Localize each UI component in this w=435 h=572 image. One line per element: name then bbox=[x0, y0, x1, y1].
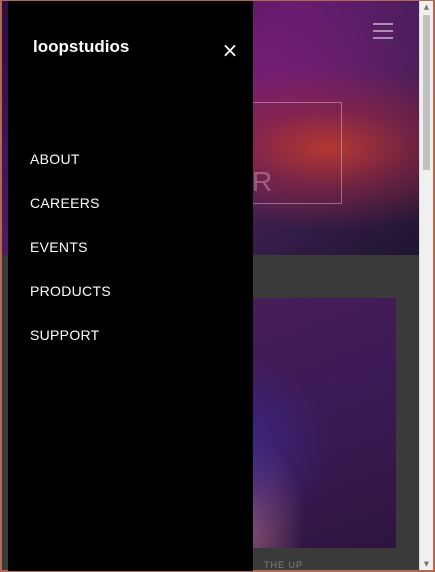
close-icon[interactable]: × bbox=[221, 40, 239, 60]
scroll-up-icon[interactable]: ▲ bbox=[420, 1, 433, 13]
hamburger-icon[interactable] bbox=[373, 23, 393, 39]
logo[interactable]: loopstudios bbox=[33, 37, 129, 57]
nav-item-about[interactable]: ABOUT bbox=[30, 151, 111, 195]
nav-menu: ABOUT CAREERS EVENTS PRODUCTS SUPPORT bbox=[30, 151, 111, 371]
nav-item-support[interactable]: SUPPORT bbox=[30, 327, 111, 371]
vertical-scrollbar[interactable]: ▲ ▼ bbox=[419, 1, 433, 570]
hero-headline-fragment: R bbox=[252, 166, 275, 197]
scrollbar-thumb[interactable] bbox=[423, 15, 430, 170]
nav-item-careers[interactable]: CAREERS bbox=[30, 195, 111, 239]
nav-drawer: loopstudios × ABOUT CAREERS EVENTS PRODU… bbox=[8, 1, 253, 571]
nav-item-events[interactable]: EVENTS bbox=[30, 239, 111, 283]
card-caption-fragment: THE UP bbox=[264, 560, 304, 570]
scroll-down-icon[interactable]: ▼ bbox=[420, 558, 433, 570]
nav-item-products[interactable]: PRODUCTS bbox=[30, 283, 111, 327]
